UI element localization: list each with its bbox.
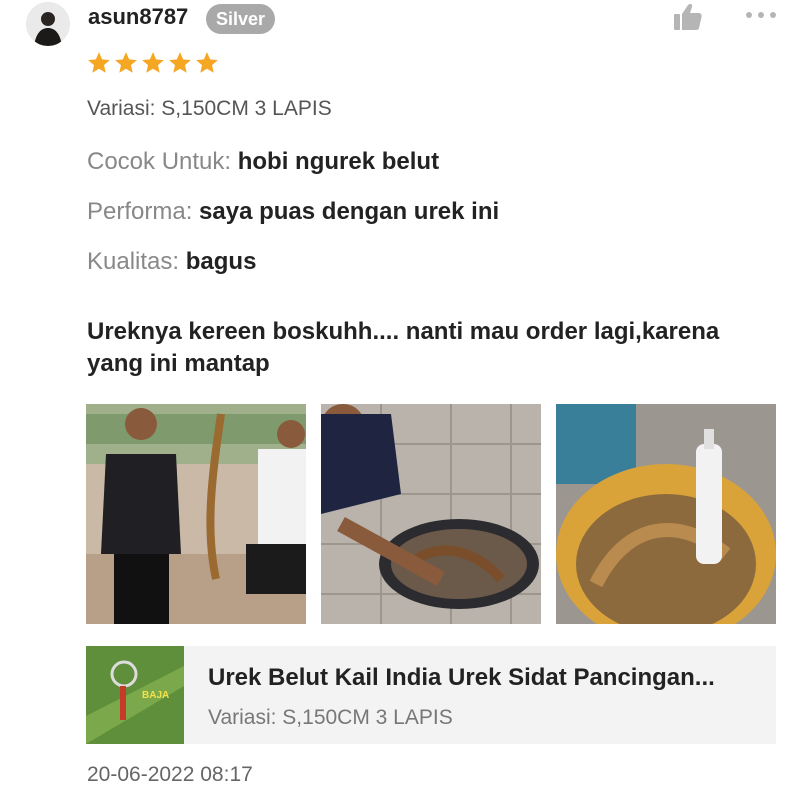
avatar-image xyxy=(26,2,70,46)
thumbs-up-icon[interactable] xyxy=(672,2,704,32)
attr-key: Kualitas: xyxy=(87,248,180,275)
review-timestamp: 20-06-2022 08:17 xyxy=(87,763,253,786)
review-photo-3[interactable] xyxy=(556,404,776,624)
review-comment: Ureknya kereen boskuhh.... nanti mau ord… xyxy=(87,318,720,377)
review-photo-1[interactable] xyxy=(86,404,306,624)
attr-value: bagus xyxy=(185,248,257,275)
review-photo-2[interactable] xyxy=(321,404,541,624)
product-variation: Variasi: S,150CM 3 LAPIS xyxy=(208,706,453,729)
product-thumb-text: BAJA xyxy=(142,690,169,701)
attr-performa: Performa: saya puas dengan urek ini xyxy=(87,198,499,226)
attr-kualitas: Kualitas: bagus xyxy=(87,248,256,276)
attr-value: saya puas dengan urek ini xyxy=(199,198,500,225)
star-icon xyxy=(169,52,191,73)
avatar[interactable] xyxy=(26,2,70,46)
attr-cocok-untuk: Cocok Untuk: hobi ngurek belut xyxy=(87,148,439,176)
product-title[interactable]: Urek Belut Kail India Urek Sidat Pancing… xyxy=(208,664,763,692)
rating-stars xyxy=(86,50,220,76)
member-badge: Silver xyxy=(206,4,276,34)
attr-key: Performa: xyxy=(87,198,193,225)
product-card[interactable]: BAJA Urek Belut Kail India Urek Sidat Pa… xyxy=(86,646,776,744)
star-icon xyxy=(115,52,137,73)
star-icon xyxy=(88,52,110,73)
review-variation: Variasi: S,150CM 3 LAPIS xyxy=(87,97,332,120)
attr-value: hobi ngurek belut xyxy=(237,148,440,175)
more-options-icon[interactable] xyxy=(744,8,778,22)
attr-key: Cocok Untuk: xyxy=(87,148,232,175)
star-icon xyxy=(142,52,164,73)
username[interactable]: asun8787 xyxy=(88,4,188,30)
star-icon xyxy=(196,52,218,73)
product-thumbnail: BAJA xyxy=(86,646,184,744)
